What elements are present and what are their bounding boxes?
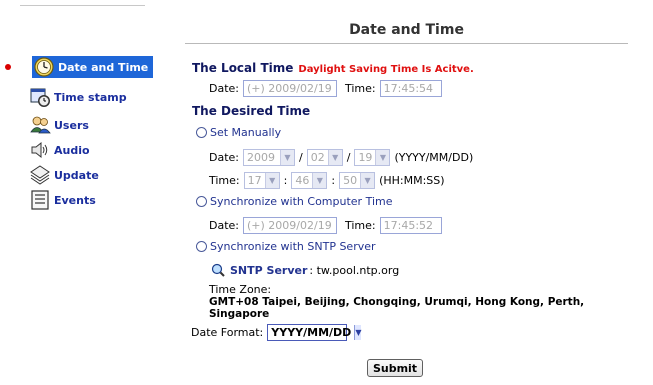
users-icon [28, 114, 52, 136]
update-icon [28, 164, 52, 186]
local-time-row: Date: (+) 2009/02/19 Time: 17:45:54 [209, 80, 442, 97]
timezone-line-2: Singapore [209, 308, 270, 320]
chevron-down-icon: ▼ [375, 150, 390, 165]
sidebar-item-date-and-time[interactable]: Date and Time [32, 56, 154, 78]
chevron-down-icon: ▼ [354, 325, 362, 340]
timezone-label: Time Zone: [209, 283, 272, 296]
sidebar-item-time-stamp[interactable]: Time stamp [28, 86, 127, 108]
sync-computer-label: Synchronize with Computer Time [210, 195, 393, 208]
sidebar-item-events[interactable]: Events [28, 189, 96, 211]
sync-sntp-radio[interactable] [196, 241, 207, 252]
minute-select[interactable]: 46 ▼ [291, 172, 328, 189]
chevron-down-icon: ▼ [327, 150, 342, 165]
sidebar-item-label: Date and Time [58, 60, 149, 74]
sync-computer-radio[interactable] [196, 196, 207, 207]
date-format-row: Date Format: YYYY/MM/DD ▼ [191, 324, 362, 341]
local-time-field: 17:45:54 [379, 80, 442, 97]
manual-date-row: Date: 2009 ▼ / 02 ▼ / 19 ▼ (YYYY/MM/DD) [209, 149, 474, 166]
hour-select[interactable]: 17 ▼ [243, 172, 280, 189]
top-divider [20, 5, 145, 6]
set-manually-option[interactable]: Set Manually [196, 126, 281, 139]
title-divider [185, 43, 628, 44]
time-label: Time: [345, 82, 376, 95]
sync-computer-option[interactable]: Synchronize with Computer Time [196, 195, 393, 208]
chevron-down-icon: ▼ [312, 173, 327, 188]
calendar-clock-icon [28, 86, 52, 108]
dst-notice: Daylight Saving Time Is Acitve. [298, 64, 474, 75]
date-label: Date: [209, 82, 239, 95]
year-select[interactable]: 2009 ▼ [243, 149, 295, 166]
sidebar-item-users[interactable]: Users [28, 114, 89, 136]
chevron-down-icon: ▼ [360, 173, 375, 188]
page-title: Date and Time [349, 22, 464, 38]
date-format-label: Date Format: [191, 326, 264, 339]
month-select[interactable]: 02 ▼ [306, 149, 343, 166]
date-format-hint: (YYYY/MM/DD) [394, 151, 474, 164]
sidebar-item-audio[interactable]: Audio [28, 139, 90, 161]
chevron-down-icon: ▼ [264, 173, 279, 188]
sidebar-item-update[interactable]: Update [28, 164, 99, 186]
sidebar-item-label: Time stamp [54, 90, 127, 104]
time-format-hint: (HH:MM:SS) [379, 174, 445, 187]
timezone-line-1: GMT+08 Taipei, Beijing, Chongqing, Urumq… [209, 296, 585, 308]
set-manually-label: Set Manually [210, 126, 282, 139]
set-manually-radio[interactable] [196, 127, 207, 138]
computer-time-field: 17:45:52 [379, 217, 442, 234]
sntp-server-value: : tw.pool.ntp.org [309, 263, 400, 277]
time-label: Time: [345, 219, 376, 232]
sidebar-item-label: Update [54, 168, 99, 182]
sidebar-item-label: Events [54, 193, 96, 207]
document-icon [28, 189, 52, 211]
local-date-field: (+) 2009/02/19 [243, 80, 337, 97]
sync-sntp-label: Synchronize with SNTP Server [210, 240, 376, 253]
local-time-header: The Local Time Daylight Saving Time Is A… [192, 61, 474, 75]
sidebar-item-label: Users [54, 118, 89, 132]
date-label: Date: [209, 151, 239, 164]
second-select[interactable]: 50 ▼ [339, 172, 376, 189]
sntp-server-label: SNTP Server [230, 263, 308, 277]
submit-button[interactable]: Submit [367, 359, 423, 377]
speaker-icon [28, 139, 52, 161]
chevron-down-icon: ▼ [280, 150, 294, 165]
computer-time-row: Date: (+) 2009/02/19 Time: 17:45:52 [209, 217, 442, 234]
desired-time-heading: The Desired Time [192, 104, 311, 118]
local-time-heading: The Local Time [192, 61, 294, 75]
manual-time-row: Time: 17 ▼ : 46 ▼ : 50 ▼ (HH:MM:SS) [209, 172, 445, 189]
day-select[interactable]: 19 ▼ [354, 149, 391, 166]
sntp-server-row: SNTP Server : tw.pool.ntp.org [211, 263, 399, 277]
clock-icon [32, 56, 56, 78]
sync-sntp-option[interactable]: Synchronize with SNTP Server [196, 240, 376, 253]
active-bullet-icon [5, 64, 11, 70]
date-label: Date: [209, 219, 239, 232]
computer-date-field: (+) 2009/02/19 [243, 217, 337, 234]
sidebar-item-label: Audio [54, 143, 90, 157]
date-format-select[interactable]: YYYY/MM/DD ▼ [267, 324, 362, 341]
magnifier-globe-icon [211, 263, 225, 277]
time-label: Time: [209, 174, 240, 187]
